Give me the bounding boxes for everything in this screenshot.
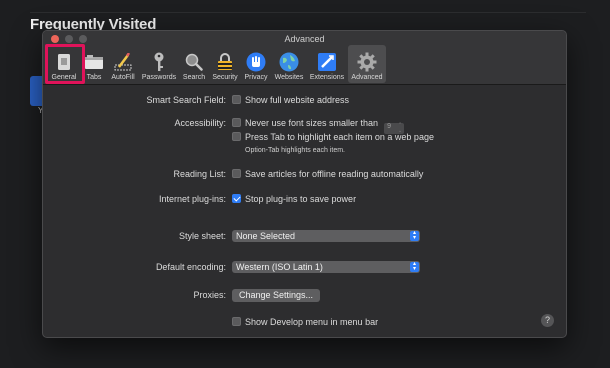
tab-passwords[interactable]: Passwords — [139, 45, 179, 83]
smart-search-label: Smart Search Field: — [146, 95, 226, 105]
select-arrows-icon: ▴ ▾ — [410, 261, 419, 272]
style-sheet-label: Style sheet: — [178, 231, 226, 241]
tab-search-label: Search — [182, 74, 206, 81]
preferences-window: Advanced General Tabs AutoFill Passwords… — [42, 30, 567, 338]
develop-row: Show Develop menu in menu bar — [232, 317, 378, 327]
develop-checkbox[interactable] — [232, 317, 241, 326]
smart-search-row: Show full website address — [232, 95, 349, 105]
search-icon — [184, 52, 204, 72]
plugins-label: Internet plug-ins: — [158, 194, 226, 204]
encoding-label: Default encoding: — [155, 262, 226, 272]
reading-list-option: Save articles for offline reading automa… — [245, 169, 424, 179]
font-size-option: Never use font sizes smaller than — [245, 118, 379, 128]
tab-autofill-label: AutoFill — [111, 74, 135, 81]
tab-general[interactable]: General — [45, 44, 85, 84]
smart-search-option: Show full website address — [245, 95, 350, 105]
tab-passwords-label: Passwords — [141, 74, 177, 81]
select-arrows-icon: ▴ ▾ — [410, 230, 419, 241]
font-size-checkbox[interactable] — [232, 118, 241, 127]
tab-highlight-row: Press Tab to highlight each item on a we… — [232, 132, 434, 142]
tab-security[interactable]: Security — [209, 45, 241, 83]
highlight-box — [45, 44, 85, 84]
key-icon — [149, 52, 169, 72]
tab-security-label: Security — [212, 74, 238, 81]
accessibility-label: Accessibility: — [174, 118, 226, 128]
tab-highlight-option: Press Tab to highlight each item on a we… — [245, 132, 434, 142]
encoding-value: Western (ISO Latin 1) — [236, 262, 323, 272]
gear-icon — [357, 52, 377, 72]
plugins-row: Stop plug-ins to save power — [232, 194, 356, 204]
window-title: Advanced — [284, 34, 325, 44]
tab-extensions-label: Extensions — [309, 74, 345, 81]
tab-tabs-label: Tabs — [86, 74, 102, 81]
font-size-value: 9 — [387, 123, 391, 130]
globe-icon — [279, 52, 299, 72]
style-sheet-select[interactable]: None Selected ▴ ▾ — [232, 230, 420, 242]
tabs-icon — [84, 52, 104, 72]
titlebar: Advanced General Tabs AutoFill Passwords… — [43, 31, 566, 85]
background-divider — [30, 12, 586, 13]
style-sheet-value: None Selected — [236, 231, 296, 241]
help-button[interactable]: ? — [541, 314, 554, 327]
develop-option: Show Develop menu in menu bar — [245, 317, 379, 327]
encoding-select[interactable]: Western (ISO Latin 1) ▴ ▾ — [232, 261, 420, 273]
tab-highlight-note: Option-Tab highlights each item. — [245, 147, 345, 154]
tab-extensions[interactable]: Extensions — [307, 45, 347, 83]
tab-websites-label: Websites — [274, 74, 304, 81]
plugins-option: Stop plug-ins to save power — [245, 194, 357, 204]
tab-privacy[interactable]: Privacy — [241, 45, 271, 83]
tab-autofill[interactable]: AutoFill — [107, 45, 139, 83]
plugins-checkbox[interactable] — [232, 194, 241, 203]
reading-list-checkbox[interactable] — [232, 169, 241, 178]
tab-advanced[interactable]: Advanced — [348, 45, 386, 83]
change-settings-button[interactable]: Change Settings... — [232, 289, 321, 302]
reading-list-label: Reading List: — [173, 169, 226, 179]
tab-websites[interactable]: Websites — [271, 45, 307, 83]
reading-list-row: Save articles for offline reading automa… — [232, 169, 423, 179]
lock-icon — [215, 52, 235, 72]
tab-search[interactable]: Search — [179, 45, 209, 83]
tab-advanced-label: Advanced — [351, 74, 383, 81]
preferences-toolbar: General Tabs AutoFill Passwords Search S… — [45, 44, 386, 84]
tab-highlight-checkbox[interactable] — [232, 132, 241, 141]
tab-privacy-label: Privacy — [244, 74, 268, 81]
puzzle-icon — [317, 52, 337, 72]
hand-icon — [246, 52, 266, 72]
proxies-label: Proxies: — [193, 290, 226, 300]
autofill-icon — [113, 52, 133, 72]
smart-search-checkbox[interactable] — [232, 95, 241, 104]
